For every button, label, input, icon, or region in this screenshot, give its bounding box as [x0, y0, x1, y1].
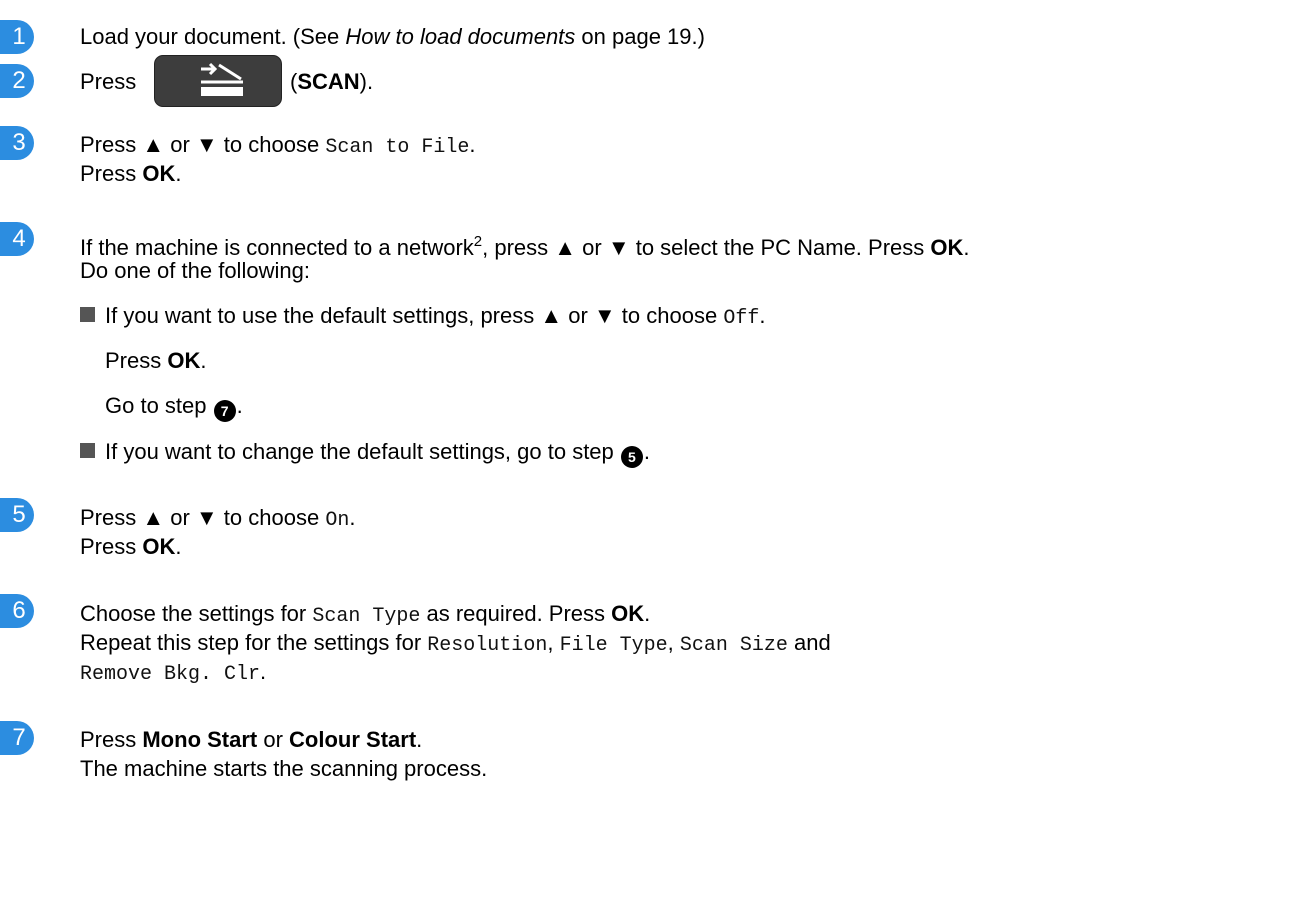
step-text: Press OK.: [80, 161, 182, 186]
sub-text: Press OK.: [105, 348, 207, 373]
step-number-badge: 6: [0, 594, 34, 628]
step-text: Remove Bkg. Clr.: [80, 659, 267, 686]
step-number-badge: 3: [0, 126, 34, 160]
step-number-badge: 2: [0, 64, 34, 98]
step-text: Load your document. (See How to load doc…: [80, 24, 705, 49]
step-text: Press OK.: [80, 534, 182, 559]
bullet-square-icon: [80, 307, 95, 322]
step-ref-icon[interactable]: 5: [620, 446, 643, 468]
bullet-item: If you want to use the default settings,…: [80, 300, 765, 335]
step-text-press: Press: [80, 69, 137, 94]
step-text: Press Mono Start or Colour Start.: [80, 727, 423, 752]
step-text-scan: (SCAN).: [290, 69, 374, 94]
scan-button[interactable]: [154, 55, 282, 107]
bullet-item: If you want to change the default settin…: [80, 436, 650, 468]
link-how-to-load-documents[interactable]: How to load documents: [345, 24, 575, 49]
step-number-badge: 1: [0, 20, 34, 54]
step-number-badge: 4: [0, 222, 34, 256]
step-text: Do one of the following:: [80, 258, 310, 283]
sub-text: Go to step 7.: [105, 390, 243, 422]
bullet-square-icon: [80, 443, 95, 458]
scan-icon: [201, 62, 243, 96]
step-text: The machine starts the scanning process.: [80, 756, 488, 781]
step-ref-icon[interactable]: 7: [213, 400, 236, 422]
step-number-badge: 7: [0, 721, 34, 755]
step-number-badge: 5: [0, 498, 34, 532]
